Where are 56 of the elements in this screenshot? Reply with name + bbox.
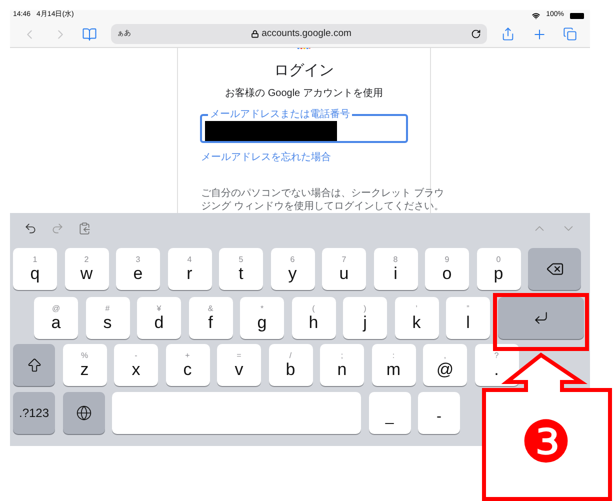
keyboard-key[interactable]: ” l bbox=[446, 297, 490, 339]
keyboard-key[interactable]: 5 t bbox=[219, 248, 263, 290]
wifi-icon bbox=[532, 12, 540, 20]
keyboard-key[interactable]: 8 i bbox=[374, 248, 418, 290]
keyboard-key[interactable]: ¥ d bbox=[137, 297, 181, 339]
login-subtitle: お客様の Google アカウントを使用 bbox=[225, 86, 383, 101]
keyboard-key[interactable]: # s bbox=[86, 297, 130, 339]
field-label: メールアドレスまたは電話番号 bbox=[209, 109, 351, 121]
paste-icon[interactable] bbox=[78, 222, 91, 234]
keyboard-key[interactable]: - bbox=[418, 392, 460, 434]
keyboard-key[interactable]: * g bbox=[240, 297, 284, 339]
numbers-key[interactable]: .?123 bbox=[13, 392, 55, 434]
keyboard-key[interactable]: ’ k bbox=[394, 297, 438, 339]
notice-text: ご自分のパソコンでない場合は、シークレット ブラウ ジング ウィンドウを使用してログインしてください。 bbox=[201, 187, 444, 213]
delete-icon bbox=[546, 260, 564, 278]
delete-key[interactable] bbox=[528, 248, 581, 290]
keyboard-key[interactable]: 7 u bbox=[322, 248, 366, 290]
keyboard-key[interactable]: 0 p bbox=[476, 248, 520, 290]
shift-key[interactable] bbox=[13, 344, 55, 386]
callout-number: ❸ bbox=[520, 410, 572, 474]
keyboard-key[interactable]: 3 e bbox=[116, 248, 160, 290]
globe-icon bbox=[76, 405, 92, 421]
keyboard-key[interactable]: 6 y bbox=[270, 248, 314, 290]
keyboard-key[interactable]: = v bbox=[217, 344, 261, 386]
new-tab-icon[interactable] bbox=[532, 26, 547, 42]
globe-key[interactable] bbox=[62, 392, 104, 434]
return-icon bbox=[532, 310, 548, 326]
keyboard-key[interactable]: ( h bbox=[292, 297, 336, 339]
shift-icon bbox=[26, 356, 42, 374]
keyboard-key[interactable]: 4 r bbox=[168, 248, 212, 290]
battery-icon bbox=[570, 12, 584, 18]
keyboard-key[interactable]: , @ bbox=[423, 344, 467, 386]
keyboard-key[interactable]: - x bbox=[114, 344, 158, 386]
reload-icon[interactable] bbox=[471, 29, 481, 39]
forgot-email-link[interactable]: メールアドレスを忘れた場合 bbox=[201, 150, 331, 165]
keyboard-key[interactable]: & f bbox=[188, 297, 232, 339]
redo-icon[interactable] bbox=[51, 222, 64, 234]
keyboard-key[interactable]: : m bbox=[372, 344, 416, 386]
lock-icon bbox=[250, 30, 259, 38]
tabs-icon[interactable] bbox=[563, 27, 577, 41]
undo-icon[interactable] bbox=[24, 222, 37, 234]
url-text: accounts.google.com bbox=[262, 26, 352, 41]
keyboard-key[interactable]: _ bbox=[368, 392, 410, 434]
bookmarks-icon[interactable] bbox=[82, 26, 97, 42]
keyboard-key[interactable]: / b bbox=[268, 344, 312, 386]
keyboard-key[interactable]: ; n bbox=[320, 344, 364, 386]
keyboard-key[interactable]: 9 o bbox=[425, 248, 469, 290]
keyboard-key[interactable]: @ a bbox=[34, 297, 78, 339]
email-field[interactable]: メールアドレスまたは電話番号 bbox=[200, 109, 408, 143]
keyboard-key[interactable]: 1 q bbox=[13, 248, 57, 290]
login-title: ログイン bbox=[274, 60, 334, 80]
keyboard-key[interactable]: % z bbox=[62, 344, 106, 386]
keyboard-key[interactable]: ) j bbox=[343, 297, 387, 339]
keyboard-key[interactable]: 2 w bbox=[64, 248, 108, 290]
share-icon[interactable] bbox=[501, 27, 515, 41]
keyboard-key[interactable]: + c bbox=[166, 344, 210, 386]
